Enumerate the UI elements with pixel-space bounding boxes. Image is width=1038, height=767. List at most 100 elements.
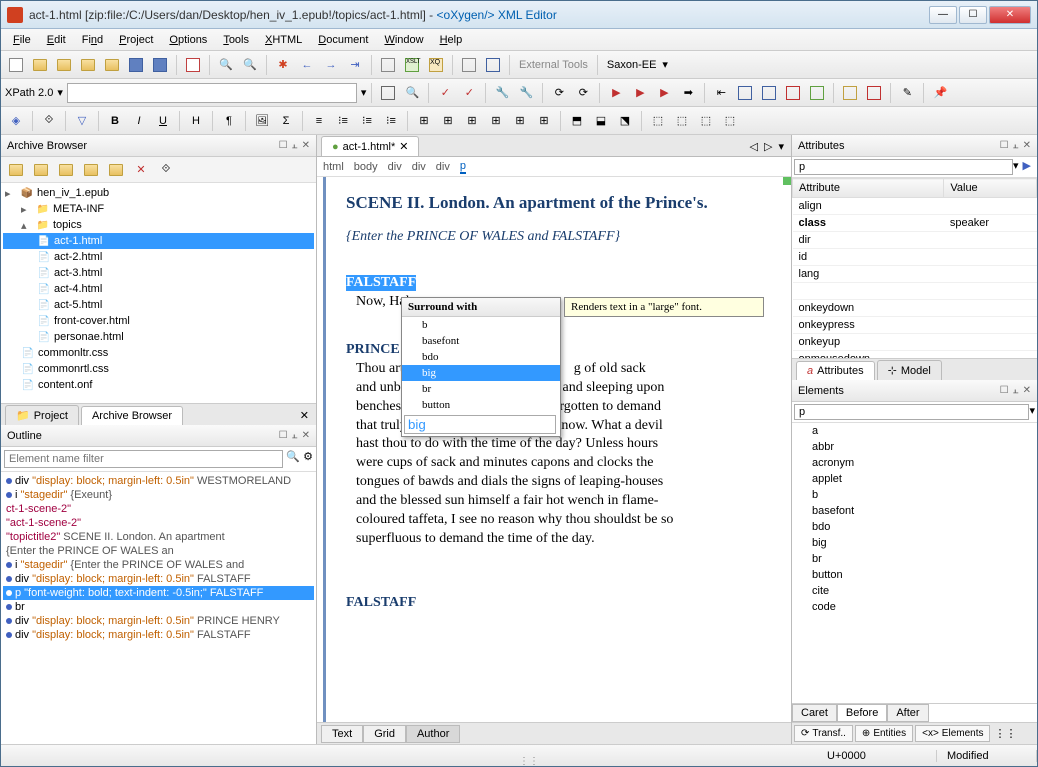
equation-button[interactable]: Σ	[275, 110, 297, 132]
tab-archive-browser[interactable]: Archive Browser	[81, 406, 183, 425]
elem-item[interactable]: cite	[792, 583, 1037, 599]
tag-button[interactable]: ◈	[5, 110, 27, 132]
image-button[interactable]: 🖼	[251, 110, 273, 132]
underline-button[interactable]: U	[152, 110, 174, 132]
bold-button[interactable]: B	[104, 110, 126, 132]
menu-options[interactable]: Options	[161, 32, 215, 48]
join-button-2[interactable]: ⬓	[590, 110, 612, 132]
archive-tree[interactable]: ▸📦hen_iv_1.epub ▸📁META-INF ▴📁topics 📄act…	[1, 183, 316, 403]
popup-item-b[interactable]: b	[402, 317, 560, 333]
new-button[interactable]	[5, 54, 27, 76]
popup-item-basefont[interactable]: basefont	[402, 333, 560, 349]
format-button-2[interactable]	[758, 82, 780, 104]
tree-item-act-1[interactable]: 📄act-1.html	[3, 233, 314, 249]
heading-button[interactable]: H	[185, 110, 207, 132]
elem-item[interactable]: br	[792, 551, 1037, 567]
run-button-2[interactable]: ▶	[629, 82, 651, 104]
attr-close-icon[interactable]: ✕	[1023, 140, 1031, 151]
elem-pin-icon[interactable]: ⫠	[1013, 385, 1019, 396]
popup-item-br[interactable]: br	[402, 381, 560, 397]
menu-file[interactable]: File	[5, 32, 39, 48]
attributes-table[interactable]: AttributeValue align classspeaker dir id…	[792, 178, 1037, 358]
tree-item-front-cover[interactable]: 📄front-cover.html	[3, 313, 314, 329]
open-archive-button[interactable]	[77, 54, 99, 76]
check-button[interactable]	[182, 54, 204, 76]
saxon-label[interactable]: Saxon-EE	[603, 59, 661, 71]
tab-project[interactable]: 📁Project	[5, 405, 79, 425]
tree-item-act-5[interactable]: 📄act-5.html	[3, 297, 314, 313]
panel-min-icon[interactable]: ☐	[279, 140, 288, 151]
elem-element-input[interactable]	[794, 404, 1029, 420]
outline-pin-icon[interactable]: ⫠	[292, 430, 298, 441]
tab-nav-prev-icon[interactable]: ◁	[747, 137, 761, 156]
validate-button[interactable]: ✓	[434, 82, 456, 104]
tab-close-icon[interactable]: ✕	[297, 406, 312, 425]
outline-selected-item[interactable]: p "font-weight: bold; text-indent: -0.5i…	[3, 586, 314, 600]
split-button-1[interactable]: ⬚	[647, 110, 669, 132]
menu-tools[interactable]: Tools	[215, 32, 257, 48]
split-button-3[interactable]: ⬚	[695, 110, 717, 132]
elem-item[interactable]: code	[792, 599, 1037, 615]
back-button[interactable]: ←	[296, 54, 318, 76]
pin-button[interactable]: 📌	[929, 82, 951, 104]
archive-save-icon[interactable]	[30, 159, 52, 181]
elem-item[interactable]: bdo	[792, 519, 1037, 535]
breadcrumb[interactable]: html body div div div p	[317, 157, 791, 177]
elem-item[interactable]: applet	[792, 471, 1037, 487]
archive-settings-icon[interactable]: ⟐	[155, 159, 177, 181]
archive-open-icon[interactable]	[5, 159, 27, 181]
gear-icon[interactable]: ⚙	[303, 450, 313, 468]
list-button-4[interactable]: ⁝≡	[380, 110, 402, 132]
table-button-5[interactable]: ⊞	[509, 110, 531, 132]
tree-item-act-4[interactable]: 📄act-4.html	[3, 281, 314, 297]
run-button[interactable]: ▶	[605, 82, 627, 104]
wrench-button-2[interactable]: 🔧	[515, 82, 537, 104]
para-button[interactable]: ¶	[218, 110, 240, 132]
xpath-dropdown-icon[interactable]: ▾	[57, 86, 63, 99]
tb-btn-a[interactable]	[377, 82, 399, 104]
elem-item[interactable]: basefont	[792, 503, 1037, 519]
run-button-4[interactable]: ➡	[677, 82, 699, 104]
tab-attributes[interactable]: a Attributes	[796, 361, 875, 380]
popup-item-bdo[interactable]: bdo	[402, 349, 560, 365]
popup-item-button[interactable]: button	[402, 397, 560, 413]
dropdown-icon[interactable]: ▾	[662, 58, 668, 71]
panel-pin-icon[interactable]: ⫠	[292, 140, 298, 151]
btab-entities[interactable]: ⊕ Entities	[855, 725, 913, 742]
menu-edit[interactable]: Edit	[39, 32, 74, 48]
caret-tab-caret[interactable]: Caret	[792, 704, 837, 722]
archive-delete-icon[interactable]: ✕	[130, 159, 152, 181]
minimize-button[interactable]: —	[929, 6, 957, 24]
tree-item-content[interactable]: 📄content.onf	[3, 377, 314, 393]
tree-item-css-1[interactable]: 📄commonltr.css	[3, 345, 314, 361]
save-all-button[interactable]	[149, 54, 171, 76]
elem-item[interactable]: acronym	[792, 455, 1037, 471]
validate-button-2[interactable]: ✓	[458, 82, 480, 104]
open-url-button[interactable]	[53, 54, 75, 76]
attr-expand-icon[interactable]: ▶	[1019, 159, 1035, 175]
tb-btn-b[interactable]: 🔍	[401, 82, 423, 104]
elem-item[interactable]: a	[792, 423, 1037, 439]
menu-xhtml[interactable]: XHTML	[257, 32, 310, 48]
table-button-2[interactable]: ⊞	[437, 110, 459, 132]
save-button[interactable]	[125, 54, 147, 76]
format-button[interactable]	[734, 82, 756, 104]
elem-min-icon[interactable]: ☐	[1000, 385, 1009, 396]
tree-item-personae[interactable]: 📄personae.html	[3, 329, 314, 345]
forward-button[interactable]: →	[320, 54, 342, 76]
doc-button[interactable]	[839, 82, 861, 104]
overflow-icon[interactable]: ⋮⋮	[992, 725, 1018, 742]
attr-min-icon[interactable]: ☐	[1000, 140, 1009, 151]
external-tools-label[interactable]: External Tools	[515, 59, 592, 71]
tab-model[interactable]: ⊹ Model	[877, 360, 942, 380]
menu-window[interactable]: Window	[376, 32, 431, 48]
outline-filter-input[interactable]	[4, 450, 283, 468]
edit-button[interactable]: ✎	[896, 82, 918, 104]
find-replace-button[interactable]: 🔍	[239, 54, 261, 76]
view-tab-text[interactable]: Text	[321, 725, 363, 743]
elem-item[interactable]: b	[792, 487, 1037, 503]
elem-item[interactable]: button	[792, 567, 1037, 583]
menu-help[interactable]: Help	[432, 32, 471, 48]
caret-tab-before[interactable]: Before	[837, 704, 887, 722]
list-button-2[interactable]: ⁝≡	[332, 110, 354, 132]
